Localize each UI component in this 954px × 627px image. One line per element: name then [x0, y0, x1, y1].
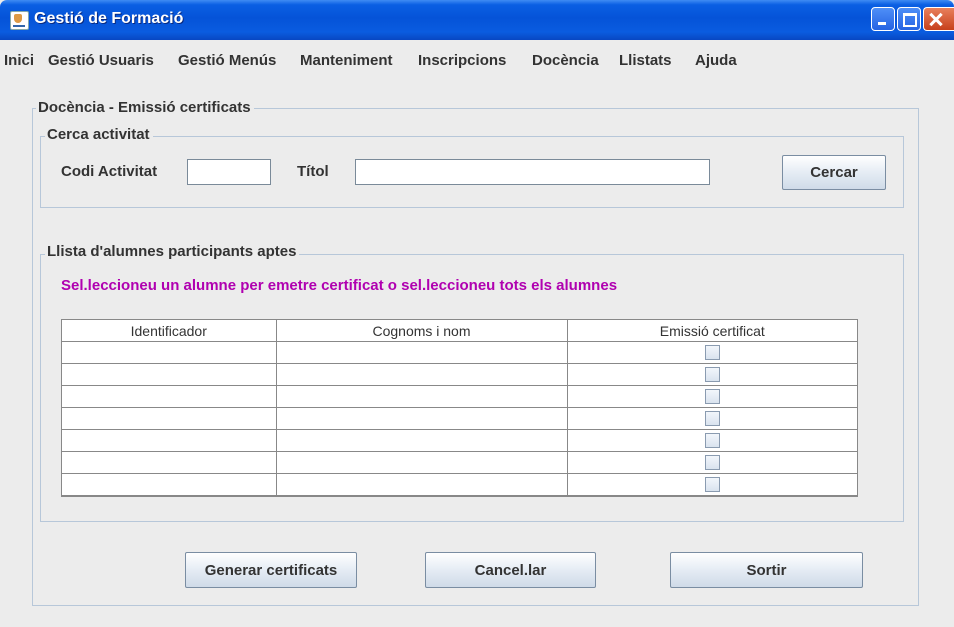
title-bar[interactable]: Gestió de Formació — [0, 0, 954, 40]
activity-code-input[interactable] — [187, 159, 271, 185]
issue-certificate-checkbox[interactable] — [704, 367, 720, 383]
cell-cognoms-nom[interactable] — [276, 363, 568, 386]
table-row[interactable] — [62, 407, 857, 430]
column-header-cognoms-nom[interactable]: Cognoms i nom — [276, 320, 568, 342]
window-title: Gestió de Formació — [34, 10, 184, 27]
issue-certificate-checkbox[interactable] — [704, 433, 720, 449]
cell-identificador[interactable] — [62, 451, 277, 474]
cell-identificador[interactable] — [62, 473, 277, 496]
menu-ajuda[interactable]: Ajuda — [695, 52, 737, 69]
column-header-identificador[interactable]: Identificador — [62, 320, 277, 342]
cell-emissio-certificat — [567, 473, 857, 496]
issue-certificate-checkbox[interactable] — [704, 411, 720, 427]
table-row[interactable] — [62, 473, 857, 496]
cell-cognoms-nom[interactable] — [276, 341, 568, 364]
cell-identificador[interactable] — [62, 341, 277, 364]
table-row[interactable] — [62, 451, 857, 474]
cancel-button[interactable]: Cancel.lar — [425, 552, 596, 588]
minimize-button[interactable] — [871, 7, 895, 31]
issue-certificate-checkbox[interactable] — [704, 477, 720, 493]
maximize-button[interactable] — [897, 7, 921, 31]
table-row[interactable] — [62, 429, 857, 452]
cell-emissio-certificat — [567, 341, 857, 364]
students-table: Identificador Cognoms i nom Emissió cert… — [61, 319, 858, 497]
cell-cognoms-nom[interactable] — [276, 407, 568, 430]
menu-gestio-usuaris[interactable]: Gestió Usuaris — [48, 52, 154, 69]
main-panel-title: Docència - Emissió certificats — [36, 99, 254, 116]
table-row[interactable] — [62, 341, 857, 364]
table-header-row: Identificador Cognoms i nom Emissió cert… — [62, 320, 857, 342]
cell-emissio-certificat — [567, 451, 857, 474]
cell-identificador[interactable] — [62, 385, 277, 408]
cell-identificador[interactable] — [62, 407, 277, 430]
search-button[interactable]: Cercar — [782, 155, 886, 190]
exit-button[interactable]: Sortir — [670, 552, 863, 588]
table-row[interactable] — [62, 363, 857, 386]
cell-emissio-certificat — [567, 407, 857, 430]
application-window: Gestió de Formació Inici Gestió Usuaris … — [0, 0, 954, 627]
cell-emissio-certificat — [567, 429, 857, 452]
close-button[interactable] — [923, 7, 954, 31]
cell-cognoms-nom[interactable] — [276, 429, 568, 452]
activity-code-label: Codi Activitat — [61, 163, 158, 180]
menu-llistats[interactable]: Llistats — [619, 52, 672, 69]
generate-certificates-button[interactable]: Generar certificats — [185, 552, 357, 588]
cell-identificador[interactable] — [62, 429, 277, 452]
menu-inici[interactable]: Inici — [4, 52, 34, 69]
issue-certificate-checkbox[interactable] — [704, 389, 720, 405]
students-panel-title: Llista d'alumnes participants aptes — [45, 243, 300, 260]
menu-manteniment[interactable]: Manteniment — [300, 52, 393, 69]
selection-hint: Sel.leccioneu un alumne per emetre certi… — [61, 277, 618, 294]
cell-identificador[interactable] — [62, 363, 277, 386]
search-panel-title: Cerca activitat — [45, 126, 153, 143]
column-header-emissio-certificat[interactable]: Emissió certificat — [567, 320, 857, 342]
menu-inscripcions[interactable]: Inscripcions — [418, 52, 506, 69]
java-app-icon — [10, 11, 29, 30]
cell-cognoms-nom[interactable] — [276, 451, 568, 474]
title-input[interactable] — [355, 159, 710, 185]
menu-gestio-menus[interactable]: Gestió Menús — [178, 52, 276, 69]
cell-emissio-certificat — [567, 385, 857, 408]
table-row[interactable] — [62, 385, 857, 408]
menu-docencia[interactable]: Docència — [532, 52, 599, 69]
issue-certificate-checkbox[interactable] — [704, 455, 720, 471]
issue-certificate-checkbox[interactable] — [704, 345, 720, 361]
menu-bar: Inici Gestió Usuaris Gestió Menús Manten… — [0, 40, 954, 82]
title-label: Títol — [297, 163, 329, 180]
cell-emissio-certificat — [567, 363, 857, 386]
cell-cognoms-nom[interactable] — [276, 385, 568, 408]
cell-cognoms-nom[interactable] — [276, 473, 568, 496]
